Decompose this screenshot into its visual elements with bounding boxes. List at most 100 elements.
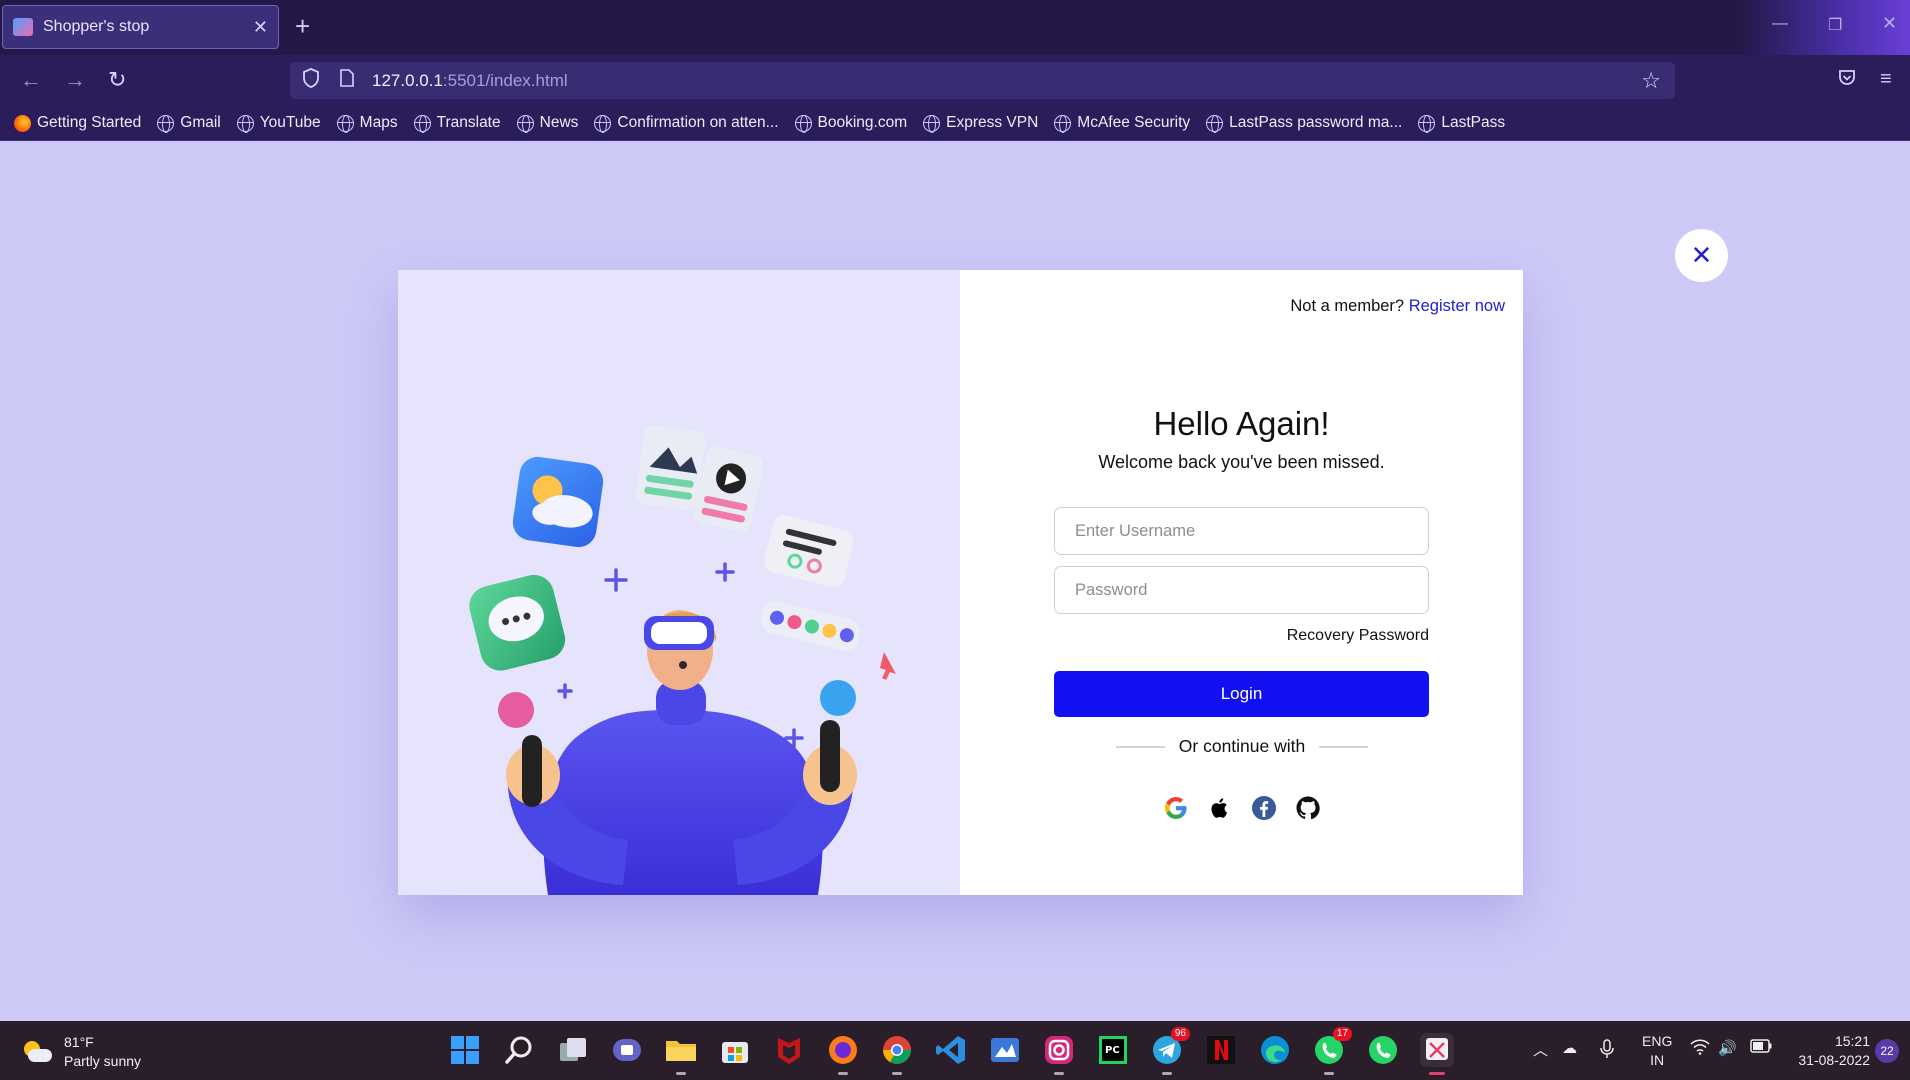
running-indicator xyxy=(838,1072,848,1075)
url-host: 127.0.0.1 xyxy=(372,70,443,90)
bookmark-lastpass-manager[interactable]: LastPass password ma... xyxy=(1206,114,1403,133)
bookmark-label: YouTube xyxy=(259,114,321,131)
apple-icon[interactable] xyxy=(1207,795,1233,821)
bookmark-gmail[interactable]: Gmail xyxy=(157,114,221,133)
pocket-icon[interactable] xyxy=(1837,68,1857,94)
bookmark-label: LastPass xyxy=(1441,114,1506,131)
clock-date: 31-08-2022 xyxy=(1798,1052,1870,1068)
running-indicator xyxy=(1162,1072,1172,1075)
running-indicator xyxy=(1054,1072,1064,1075)
google-icon[interactable] xyxy=(1163,795,1189,821)
teams-chat-icon[interactable] xyxy=(610,1033,644,1067)
minimize-icon[interactable]: — xyxy=(1772,15,1788,33)
browser-tab[interactable]: Shopper's stop ✕ xyxy=(2,5,279,49)
or-continue-text: Or continue with xyxy=(1178,736,1306,756)
illustration-panel xyxy=(398,270,960,895)
wifi-icon[interactable] xyxy=(1690,1039,1710,1059)
chrome-icon[interactable] xyxy=(880,1033,914,1075)
login-form-panel: Not a member? Register now Hello Again! … xyxy=(960,270,1523,895)
bookmark-label: Maps xyxy=(359,114,398,131)
telegram-icon[interactable]: 96 xyxy=(1150,1027,1190,1075)
region-code: IN xyxy=(1650,1052,1665,1068)
whatsapp-icon[interactable]: 17 xyxy=(1312,1027,1352,1075)
recovery-password-link[interactable]: Recovery Password xyxy=(1287,627,1429,645)
reload-icon[interactable]: ↻ xyxy=(108,67,126,93)
windows-start-icon[interactable] xyxy=(448,1033,482,1067)
microsoft-store-icon[interactable] xyxy=(718,1033,752,1067)
facebook-icon[interactable] xyxy=(1251,795,1277,821)
globe-icon xyxy=(236,114,254,133)
password-input[interactable] xyxy=(1054,566,1429,614)
window-close-icon[interactable]: ✕ xyxy=(1882,13,1897,34)
notification-count-badge[interactable]: 22 xyxy=(1875,1039,1899,1063)
tab-close-icon[interactable]: ✕ xyxy=(253,17,268,38)
back-arrow-icon[interactable]: ← xyxy=(20,67,42,93)
edge-icon[interactable] xyxy=(1258,1033,1292,1067)
netflix-icon[interactable] xyxy=(1204,1033,1238,1067)
whiteboard-icon[interactable] xyxy=(988,1033,1022,1067)
running-indicator xyxy=(1429,1072,1445,1075)
pycharm-icon[interactable]: PC xyxy=(1096,1033,1130,1067)
vscode-icon[interactable] xyxy=(934,1033,968,1067)
modal-close-button[interactable]: ✕ xyxy=(1675,229,1728,282)
windows-taskbar: 81°F Partly sunny PC 96 17 ︿ ☁ ENG IN 🔊 … xyxy=(0,1021,1910,1080)
bookmark-news[interactable]: News xyxy=(516,114,579,133)
address-bar[interactable]: 127.0.0.1:5501/index.html ☆ xyxy=(290,62,1675,99)
instagram-icon[interactable] xyxy=(1042,1033,1076,1075)
divider-line xyxy=(1116,745,1165,748)
page-icon xyxy=(336,69,358,92)
username-input[interactable] xyxy=(1054,507,1429,555)
social-login-row xyxy=(960,795,1523,821)
bookmark-label: Gmail xyxy=(180,114,221,131)
microphone-icon[interactable] xyxy=(1600,1039,1614,1063)
whatsapp-badge: 17 xyxy=(1332,1027,1352,1041)
bookmark-maps[interactable]: Maps xyxy=(336,114,398,133)
bookmark-getting-started[interactable]: Getting Started xyxy=(14,114,141,132)
forward-arrow-icon[interactable]: → xyxy=(64,67,86,93)
bookmark-label: LastPass password ma... xyxy=(1229,114,1403,131)
register-prompt: Not a member? Register now xyxy=(1290,297,1505,316)
bookmark-youtube[interactable]: YouTube xyxy=(236,114,321,133)
bookmark-lastpass[interactable]: LastPass xyxy=(1418,114,1506,133)
battery-icon[interactable] xyxy=(1750,1039,1772,1057)
welcome-subtitle: Welcome back you've been missed. xyxy=(1098,452,1385,472)
restore-icon[interactable]: ❐ xyxy=(1828,15,1842,35)
whatsapp-desktop-icon[interactable] xyxy=(1366,1033,1400,1067)
globe-icon xyxy=(794,114,812,133)
tab-title: Shopper's stop xyxy=(43,18,150,35)
bookmark-label: News xyxy=(539,114,579,131)
globe-icon xyxy=(336,114,354,133)
shield-icon[interactable] xyxy=(300,68,322,93)
search-icon[interactable] xyxy=(502,1033,536,1067)
onedrive-cloud-icon[interactable]: ☁ xyxy=(1562,1039,1577,1057)
bookmark-express-vpn[interactable]: Express VPN xyxy=(923,114,1039,133)
new-tab-button[interactable]: + xyxy=(295,12,310,40)
bookmark-booking[interactable]: Booking.com xyxy=(794,114,907,133)
globe-icon xyxy=(923,114,941,133)
bookmark-label: Translate xyxy=(436,114,501,131)
weather-widget[interactable]: 81°F Partly sunny xyxy=(22,1033,141,1071)
bookmark-translate[interactable]: Translate xyxy=(413,114,501,133)
bookmark-mcafee[interactable]: McAfee Security xyxy=(1054,114,1190,133)
menu-icon[interactable]: ≡ xyxy=(1880,68,1892,91)
file-explorer-icon[interactable] xyxy=(664,1033,698,1075)
telegram-badge: 96 xyxy=(1170,1027,1190,1041)
chevron-up-icon[interactable]: ︿ xyxy=(1533,1039,1548,1060)
or-continue-divider: Or continue with xyxy=(1116,736,1369,757)
register-now-link[interactable]: Register now xyxy=(1409,297,1505,315)
running-indicator xyxy=(892,1072,902,1075)
bookmark-label: Express VPN xyxy=(946,114,1039,131)
firefox-icon[interactable] xyxy=(826,1033,860,1075)
bookmark-confirmation[interactable]: Confirmation on atten... xyxy=(594,114,779,133)
login-button[interactable]: Login xyxy=(1054,671,1429,717)
language-indicator[interactable]: ENG IN xyxy=(1642,1032,1672,1070)
bookmark-star-icon[interactable]: ☆ xyxy=(1641,68,1661,94)
bookmark-label: Confirmation on atten... xyxy=(617,114,779,131)
task-view-icon[interactable] xyxy=(556,1033,590,1067)
login-modal: Not a member? Register now Hello Again! … xyxy=(398,270,1523,895)
mcafee-icon[interactable] xyxy=(772,1033,806,1067)
github-icon[interactable] xyxy=(1295,795,1321,821)
snipping-tool-icon[interactable] xyxy=(1420,1033,1454,1075)
volume-icon[interactable]: 🔊 xyxy=(1718,1039,1737,1057)
system-clock[interactable]: 15:21 31-08-2022 xyxy=(1790,1032,1870,1070)
